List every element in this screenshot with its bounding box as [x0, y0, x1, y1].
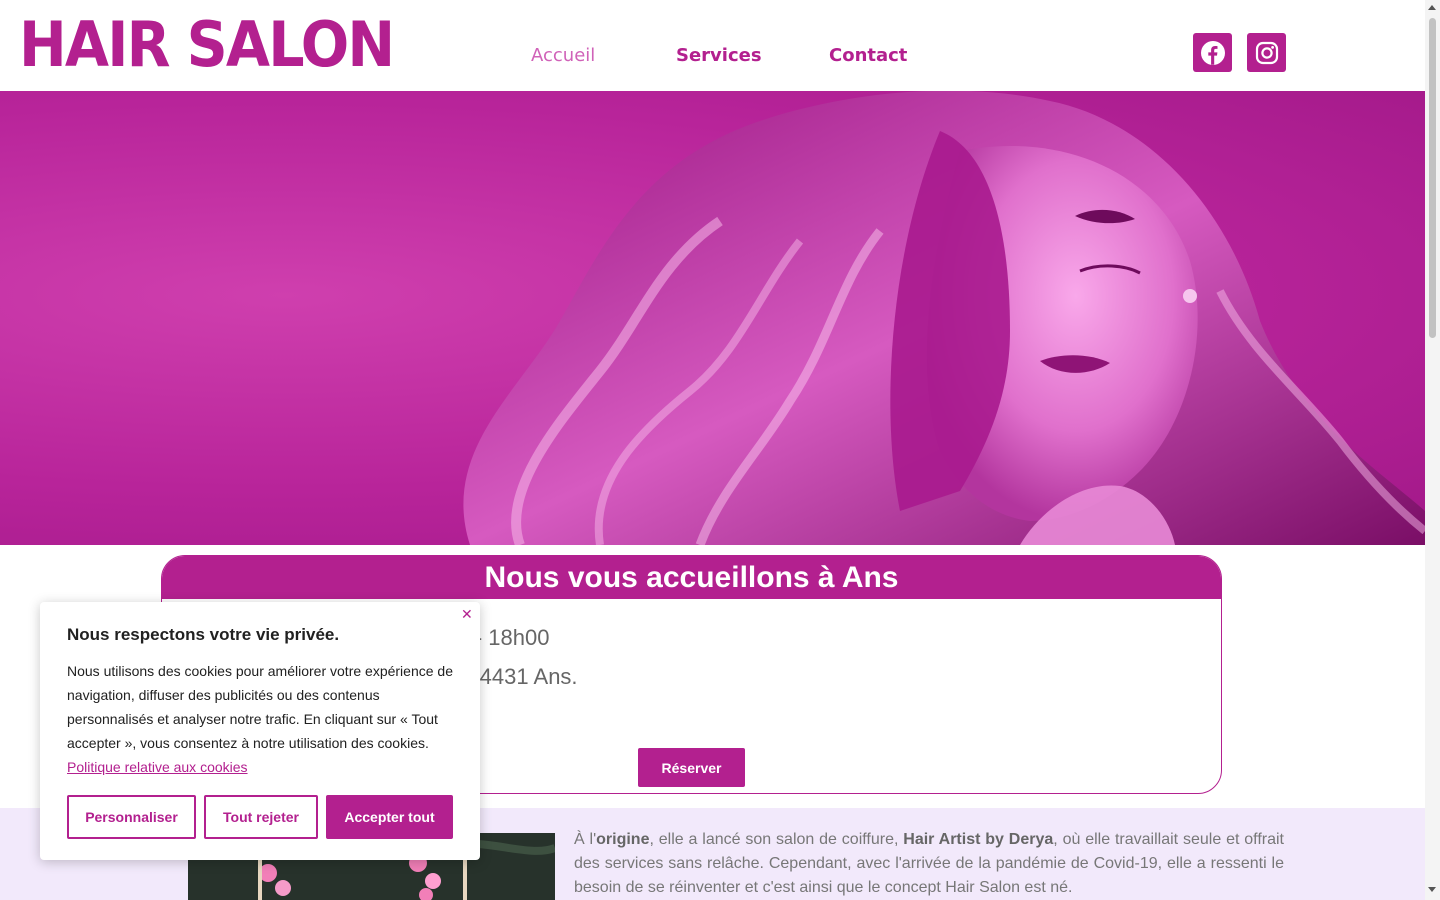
page-scrollbar[interactable]	[1425, 0, 1440, 900]
reject-all-button[interactable]: Tout rejeter	[204, 795, 318, 839]
cookie-title: Nous respectons votre vie privée.	[67, 625, 340, 644]
facebook-link[interactable]	[1193, 33, 1232, 72]
about-text-2: origine	[596, 831, 650, 848]
instagram-link[interactable]	[1247, 33, 1286, 72]
cookie-description: Nous utilisons des cookies pour améliore…	[67, 659, 459, 779]
nav-contact[interactable]: Contact	[829, 45, 907, 66]
nav-accueil[interactable]: Accueil	[531, 45, 595, 66]
customize-button[interactable]: Personnaliser	[67, 795, 196, 839]
reserve-button[interactable]: Réserver	[638, 748, 745, 787]
info-card-title: Nous vous accueillons à Ans	[162, 556, 1221, 599]
accept-all-button[interactable]: Accepter tout	[326, 795, 453, 839]
cookie-policy-link[interactable]: Politique relative aux cookies	[67, 759, 248, 775]
facebook-icon	[1200, 40, 1225, 65]
about-paragraph: À l'origine, elle a lancé son salon de c…	[574, 828, 1284, 900]
about-text-3: , elle a lancé son salon de coiffure,	[649, 831, 904, 848]
scrollbar-thumb[interactable]	[1429, 18, 1436, 338]
about-text-1: À l'	[574, 831, 597, 848]
scroll-up-arrow-icon[interactable]	[1428, 5, 1436, 10]
hero-banner	[0, 91, 1425, 545]
site-header: HAIR SALON Accueil Services Contact	[0, 0, 1425, 91]
hero-portrait-image	[463, 91, 1425, 545]
about-text-4: Hair Artist by Derya	[903, 831, 1054, 848]
cookie-body-text: Nous utilisons des cookies pour améliore…	[67, 663, 453, 751]
site-logo[interactable]: HAIR SALON	[19, 12, 395, 78]
nav-services[interactable]: Services	[676, 45, 762, 66]
close-icon[interactable]: ✕	[461, 607, 473, 621]
scroll-down-arrow-icon[interactable]	[1428, 887, 1436, 892]
cookie-consent-banner: ✕ Nous respectons votre vie privée. Nous…	[40, 602, 480, 860]
instagram-icon	[1255, 41, 1278, 64]
